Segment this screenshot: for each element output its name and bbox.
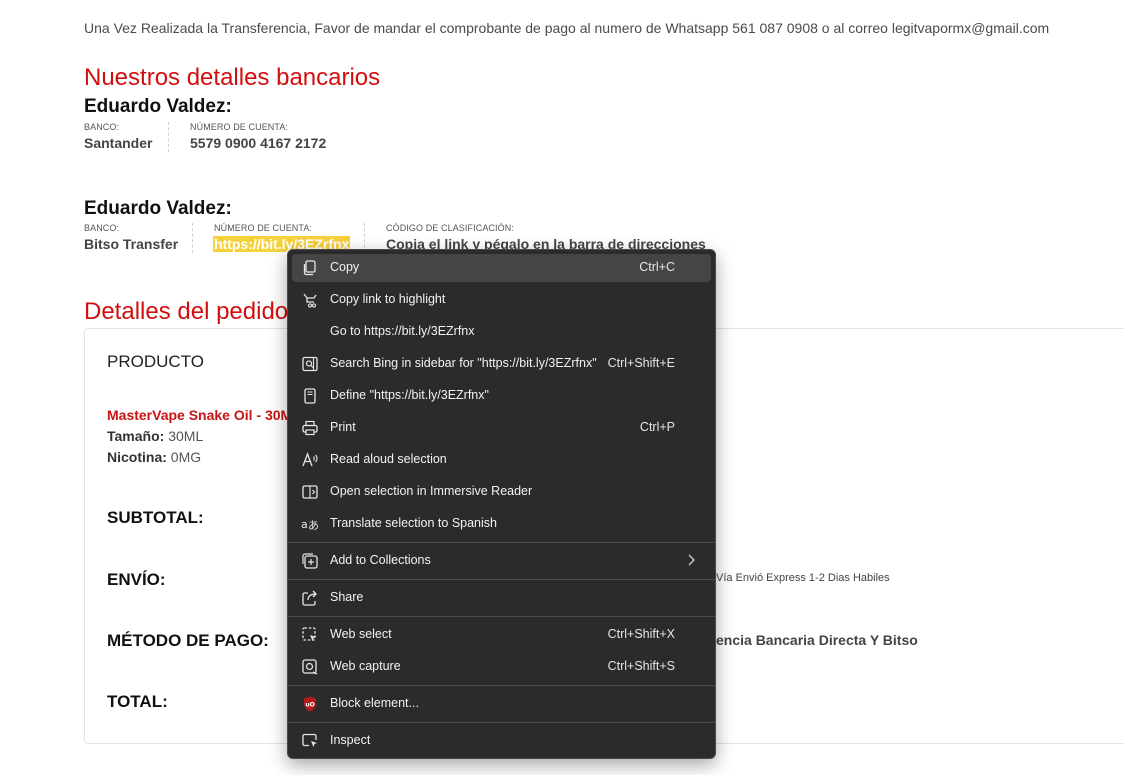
svg-text:あ: あ [308,519,319,532]
inspect-icon [302,733,317,747]
payment-method-value: encia Bancaria Directa Y Bitso [716,632,918,648]
menu-item-shortcut: Ctrl+C [639,260,675,274]
menu-item-immersive-reader[interactable]: Open selection in Immersive Reader [292,478,711,506]
product-size: Tamaño: 30ML [107,428,203,444]
subtotal-label: SUBTOTAL: [107,508,204,527]
printer-icon [302,420,318,436]
account-number-label: NÚMERO DE CUENTA: [190,122,289,132]
field-divider [192,223,193,253]
menu-item-label: Open selection in Immersive Reader [330,484,533,498]
svg-text:a: a [301,518,308,531]
menu-item-share[interactable]: Share [292,584,711,612]
context-menu: Copy Ctrl+C Copy link to highlight Go to… [287,249,716,759]
menu-item-inspect[interactable]: Inspect [292,727,711,755]
menu-divider [288,685,715,686]
field-divider [168,122,169,152]
account-number: 5579 0900 4167 2172 [190,135,327,151]
bank-details-title: Nuestros detalles bancarios [84,64,381,91]
menu-item-shortcut: Ctrl+Shift+E [607,356,675,370]
menu-item-label: Web select [330,627,392,641]
ublock-icon: uO [304,696,316,712]
menu-item-label: Copy link to highlight [330,292,446,306]
total-label: TOTAL: [107,692,168,711]
menu-divider [288,722,715,723]
link-highlight-icon [303,293,317,308]
menu-item-block-element[interactable]: uO Block element... [292,690,711,718]
menu-item-shortcut: Ctrl+Shift+X [607,627,675,641]
web-capture-icon [302,659,318,675]
account-holder-name: Eduardo Valdez: [84,198,232,219]
nicotine-value: 0MG [170,449,202,465]
menu-item-label: Block element... [330,696,419,710]
menu-item-label: Copy [330,260,360,274]
menu-item-translate[interactable]: aあ Translate selection to Spanish [292,510,711,538]
menu-item-label: Web capture [330,659,401,673]
shipping-label: ENVÍO: [107,570,166,589]
svg-text:uO: uO [305,702,314,709]
product-column-header: PRODUCTO [107,352,204,371]
menu-item-add-to-collections[interactable]: Add to Collections [292,547,711,575]
menu-item-label: Define "https://bit.ly/3EZrfnx" [330,388,489,402]
menu-item-label: Add to Collections [330,553,431,567]
chevron-right-icon [688,554,695,566]
transfer-notice: Una Vez Realizada la Transferencia, Favo… [84,20,1050,36]
menu-divider [288,616,715,617]
share-icon [302,590,317,606]
translate-icon: aあ [301,518,319,532]
menu-item-copy[interactable]: Copy Ctrl+C [292,254,711,282]
bank-label: BANCO: [84,223,120,233]
menu-item-define[interactable]: Define "https://bit.ly/3EZrfnx" [292,382,711,410]
menu-item-print[interactable]: Print Ctrl+P [292,414,711,442]
collections-icon [302,553,318,569]
account-number-label: NÚMERO DE CUENTA: [214,223,313,233]
product-nicotine: Nicotina: 0MG [107,449,201,465]
menu-item-shortcut: Ctrl+Shift+S [607,659,675,673]
size-value: 30ML [168,428,204,444]
menu-item-read-aloud[interactable]: Read aloud selection [292,446,711,474]
menu-item-web-select[interactable]: Web select Ctrl+Shift+X [292,621,711,649]
menu-item-label: Search Bing in sidebar for "https://bit.… [330,356,597,370]
menu-item-shortcut: Ctrl+P [639,420,675,434]
shipping-value: Vía Envió Express 1-2 Dias Habiles [716,572,890,584]
product-name[interactable]: MasterVape Snake Oil - 30M [107,407,292,423]
account-holder-name: Eduardo Valdez: [84,96,232,117]
bank-name: Santander [84,135,153,151]
menu-item-label: Print [330,420,356,434]
web-select-icon [302,627,316,641]
immersive-reader-icon [302,485,318,499]
bank-label: BANCO: [84,122,120,132]
menu-item-label: Go to https://bit.ly/3EZrfnx [330,324,475,338]
menu-item-label: Read aloud selection [330,452,447,466]
order-details-title: Detalles del pedido [84,298,289,325]
sidebar-search-icon [302,356,318,372]
menu-item-copy-link-highlight[interactable]: Copy link to highlight [292,286,711,314]
book-icon [304,388,316,404]
menu-item-web-capture[interactable]: Web capture Ctrl+Shift+S [292,653,711,681]
menu-divider [288,579,715,580]
menu-item-label: Translate selection to Spanish [330,516,497,530]
size-label: Tamaño: [107,428,165,444]
read-aloud-icon [302,452,318,467]
menu-divider [288,542,715,543]
sort-code-label: CÓDIGO DE CLASIFICACIÓN: [386,223,514,233]
menu-item-go-to-link[interactable]: Go to https://bit.ly/3EZrfnx [292,318,711,346]
menu-item-label: Share [330,590,364,604]
bank-name: Bitso Transfer [84,236,179,252]
menu-item-label: Inspect [330,733,371,747]
menu-item-search-sidebar[interactable]: Search Bing in sidebar for "https://bit.… [292,350,711,378]
payment-method-label: MÉTODO DE PAGO: [107,631,269,650]
nicotine-label: Nicotina: [107,449,167,465]
copy-icon [303,260,316,276]
